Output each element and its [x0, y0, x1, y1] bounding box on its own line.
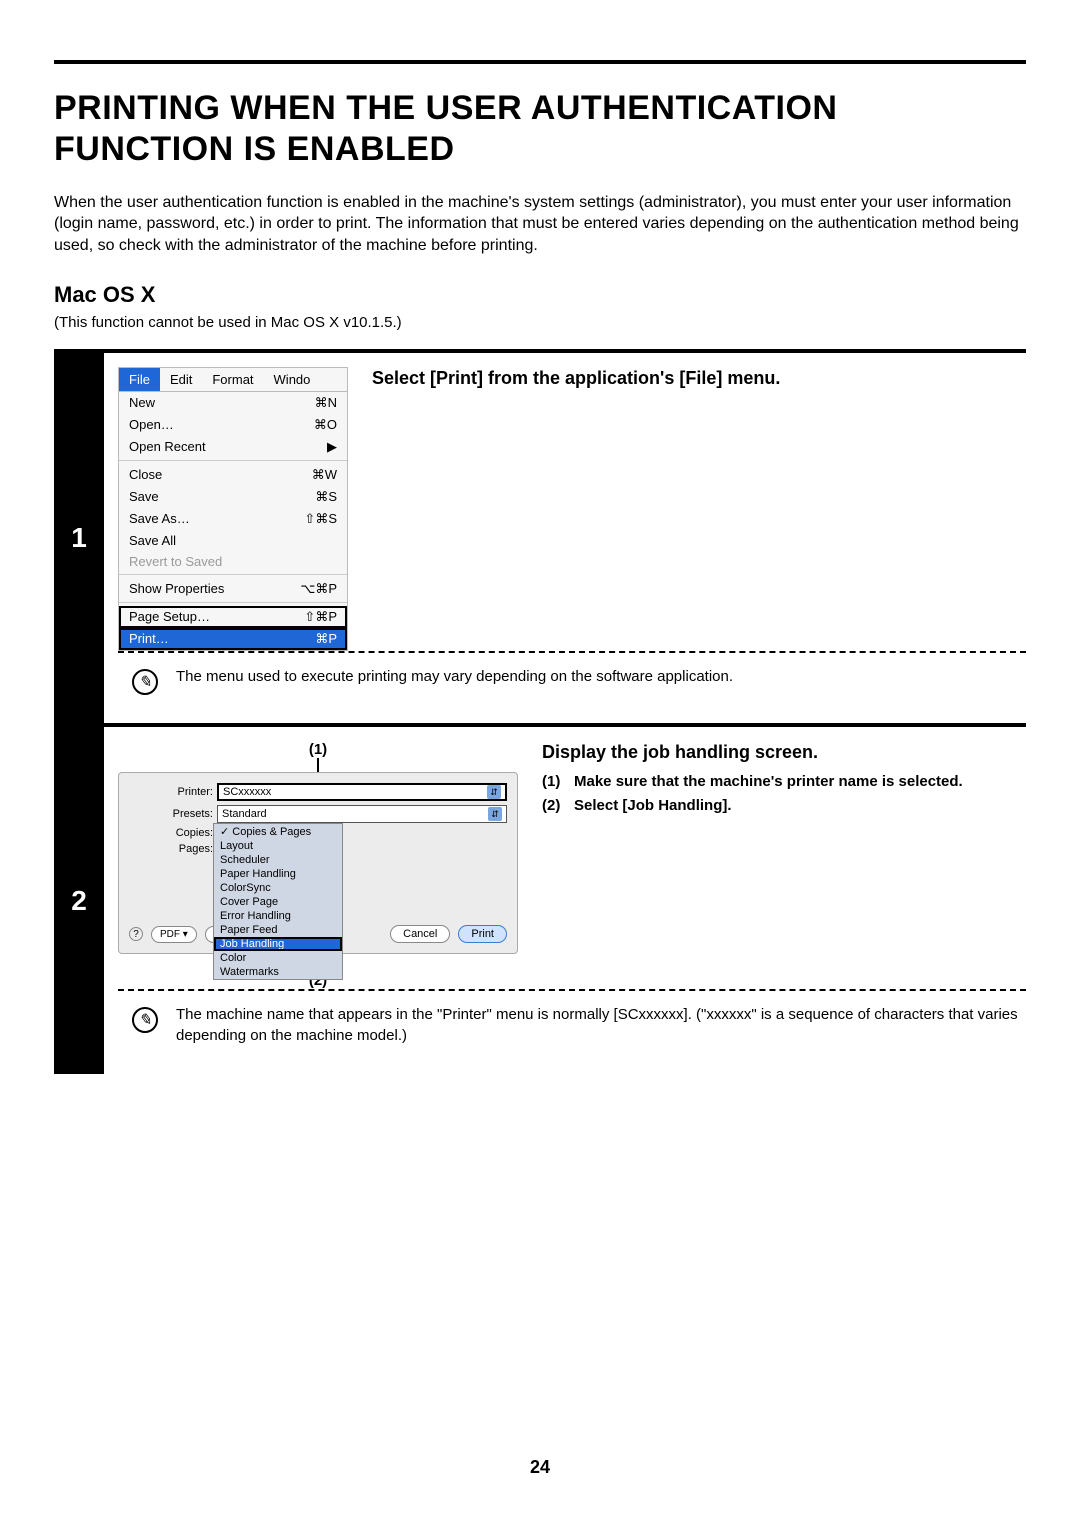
- step-2-sub-2: (2)Select [Job Handling].: [542, 796, 1026, 816]
- step-2: 2 (1) Printer: SCxxxxxx ⇵ Presets:: [54, 723, 1026, 1074]
- step-2-heading: Display the job handling screen.: [542, 741, 1026, 764]
- print-option-item[interactable]: Copies & Pages: [214, 824, 342, 839]
- file-menu-item[interactable]: Open…⌘O: [119, 414, 347, 436]
- pages-label: Pages:: [129, 843, 213, 855]
- cancel-button[interactable]: Cancel: [390, 925, 450, 943]
- print-option-item[interactable]: Layout: [214, 839, 342, 853]
- step-1-heading: Select [Print] from the application's [F…: [372, 367, 1026, 390]
- step-1: 1 File Edit Format Windo New⌘NOpen…⌘OOpe…: [54, 349, 1026, 723]
- page-number: 24: [0, 1457, 1080, 1478]
- menubar-edit[interactable]: Edit: [160, 368, 202, 391]
- print-option-item[interactable]: ColorSync: [214, 881, 342, 895]
- platform-heading: Mac OS X: [54, 282, 1026, 308]
- file-menu-item[interactable]: Page Setup…⇧⌘P: [119, 606, 347, 628]
- print-option-item[interactable]: Watermarks: [214, 965, 342, 979]
- print-option-item[interactable]: Error Handling: [214, 909, 342, 923]
- file-menu-item[interactable]: Save⌘S: [119, 486, 347, 508]
- print-options-dropdown[interactable]: Copies & PagesLayoutSchedulerPaper Handl…: [213, 823, 343, 980]
- note-icon: ✎: [132, 1007, 158, 1033]
- dropdown-caret-icon: ⇵: [488, 807, 502, 821]
- note-icon: ✎: [132, 669, 158, 695]
- file-menu-list: New⌘NOpen…⌘OOpen Recent▶Close⌘WSave⌘SSav…: [119, 392, 347, 650]
- file-menu-item[interactable]: Close⌘W: [119, 464, 347, 486]
- step-2-note-row: ✎ The machine name that appears in the "…: [118, 989, 1026, 1060]
- print-option-item[interactable]: Paper Feed: [214, 923, 342, 937]
- step-2-note: The machine name that appears in the "Pr…: [176, 1005, 1026, 1046]
- print-option-item[interactable]: Color: [214, 951, 342, 965]
- step-1-number: 1: [54, 353, 104, 723]
- mac-file-menu: File Edit Format Windo New⌘NOpen…⌘OOpen …: [118, 367, 348, 651]
- printer-select[interactable]: SCxxxxxx ⇵: [217, 783, 507, 801]
- step-2-number: 2: [54, 727, 104, 1074]
- printer-label: Printer:: [129, 786, 213, 798]
- platform-note: (This function cannot be used in Mac OS …: [54, 314, 1026, 331]
- print-option-item[interactable]: Paper Handling: [214, 867, 342, 881]
- menubar-file[interactable]: File: [119, 368, 160, 391]
- page-title: PRINTING WHEN THE USER AUTHENTICATION FU…: [54, 88, 1026, 170]
- file-menu-item[interactable]: Save As…⇧⌘S: [119, 508, 347, 530]
- intro-paragraph: When the user authentication function is…: [54, 192, 1026, 257]
- file-menu-item[interactable]: New⌘N: [119, 392, 347, 414]
- pdf-button[interactable]: PDF ▾: [151, 926, 197, 943]
- presets-label: Presets:: [129, 808, 213, 820]
- copies-label: Copies:: [129, 827, 213, 839]
- menubar-window[interactable]: Windo: [264, 368, 321, 391]
- top-rule: [54, 60, 1026, 64]
- menubar-format[interactable]: Format: [202, 368, 263, 391]
- file-menu-item[interactable]: Open Recent▶: [119, 436, 347, 458]
- file-menu-item[interactable]: Show Properties⌥⌘P: [119, 578, 347, 600]
- help-button[interactable]: ?: [129, 927, 143, 941]
- file-menu-item[interactable]: Revert to Saved: [119, 551, 347, 572]
- print-option-item[interactable]: Job Handling: [214, 937, 342, 951]
- callout-1-line: [317, 758, 319, 772]
- print-option-item[interactable]: Scheduler: [214, 853, 342, 867]
- file-menu-item[interactable]: Save All: [119, 530, 347, 551]
- step-1-note: The menu used to execute printing may va…: [176, 667, 1026, 687]
- dropdown-caret-icon: ⇵: [487, 785, 501, 799]
- presets-select[interactable]: Standard ⇵: [217, 805, 507, 823]
- step-1-note-row: ✎ The menu used to execute printing may …: [118, 651, 1026, 709]
- print-option-item[interactable]: Cover Page: [214, 895, 342, 909]
- callout-1-label: (1): [118, 741, 518, 758]
- print-dialog: Printer: SCxxxxxx ⇵ Presets: Standard ⇵: [118, 772, 518, 954]
- printer-value: SCxxxxxx: [223, 786, 271, 798]
- file-menu-item[interactable]: Print…⌘P: [119, 628, 347, 650]
- print-button[interactable]: Print: [458, 925, 507, 943]
- step-2-sub-1: (1)Make sure that the machine's printer …: [542, 772, 1026, 792]
- presets-value: Standard: [222, 808, 267, 820]
- mac-menubar: File Edit Format Windo: [119, 368, 347, 392]
